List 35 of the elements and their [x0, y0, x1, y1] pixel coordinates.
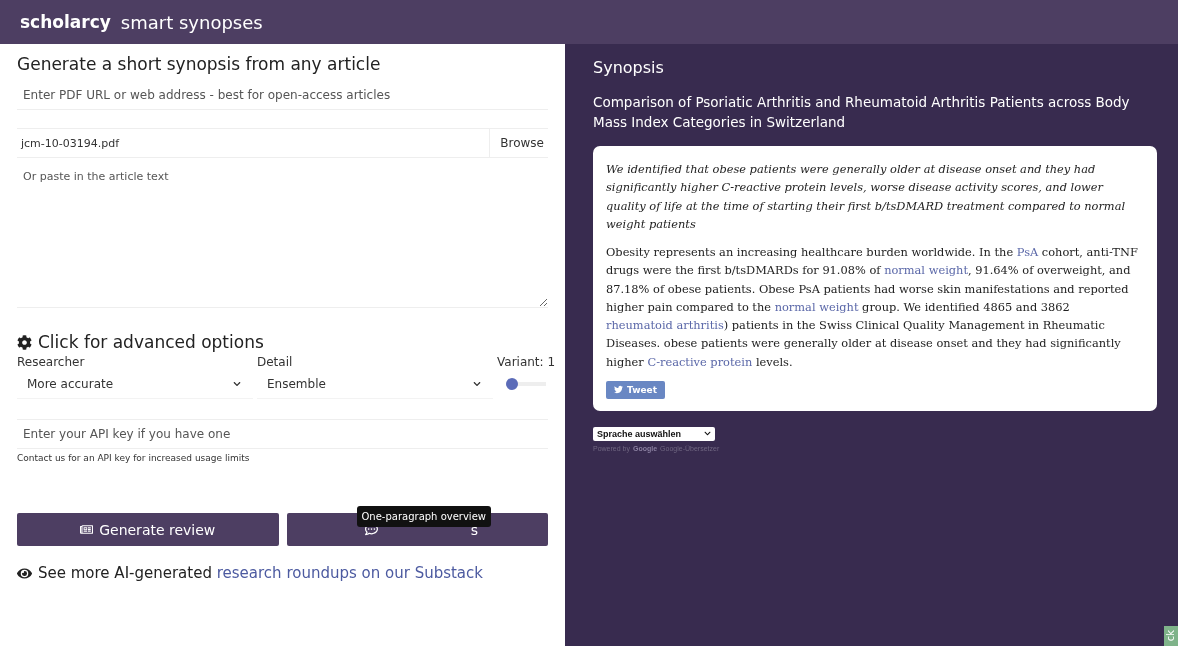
detail-label: Detail [257, 355, 294, 369]
substack-promo: See more AI-generated research roundups on our Substack [38, 564, 483, 582]
researcher-select[interactable]: More accurate [17, 369, 253, 399]
overview-tooltip: One-paragraph overview [356, 506, 491, 527]
language-select[interactable]: Sprache auswählen [593, 426, 715, 441]
chevron-icon [704, 430, 711, 438]
variant-label: Variant: 1 [497, 355, 556, 369]
synopsis-body: Obesity represents an increasing healthcare burden worldwide. In the PsA cohort, anti-TNF drugs were the first b/tsDMARDs for 91.08% of normal weight, 91.64% of overweight, and 87.18% of obese patients. Obese PsA patients had worse skin manifestations and reported higher pain compared to the normal weight group. We identified 4865 and 3862 rheumatoid arthritis) patients in the Swiss Clinical Quality Management in Rheumatic Diseases. obese patients were generally older at disease onset and they had significantly higher C-reactive protein levels. [606, 244, 1139, 371]
detail-select[interactable]: Ensemble [257, 369, 493, 399]
researcher-label: Researcher [17, 355, 86, 369]
article-title: Comparison of Psoriatic Arthritis and Rheumatoid Arthritis Patients across Body Mass Index Categories in Switzerland [593, 93, 1131, 132]
slider-thumb[interactable] [506, 378, 519, 390]
highlight-text: We identified that obese patients were generally older at disease onset and they had significantly higher C-reactive protein levels, worse disease activity scores, and lower quality of life at the time of starting their first b/tsDMARD treatment compared to normal weight patients [606, 161, 1127, 233]
term-link[interactable]: C-reactive protein [647, 354, 753, 369]
app-title: smart synopses [120, 11, 263, 33]
term-link[interactable]: normal weight [884, 263, 968, 278]
synopsis-heading: Synopsis [593, 58, 665, 77]
chevron-icon [473, 379, 481, 388]
term-link[interactable]: PsA [1016, 245, 1039, 260]
newspaper-icon [80, 523, 94, 536]
tweet-button[interactable]: Tweet [606, 380, 665, 399]
file-name: jcm-10-03194.pdf [20, 136, 121, 150]
settings-icon[interactable] [17, 334, 32, 350]
term-link[interactable]: normal weight [774, 299, 859, 314]
file-field[interactable]: jcm-10-03194.pdf Browse [17, 128, 548, 158]
substack-link[interactable]: research roundups on our Substack [216, 564, 483, 582]
form-heading: Generate a short synopsis from any article [17, 54, 382, 74]
generate-review-button[interactable]: Generate review [17, 513, 279, 546]
brand-logo[interactable]: scholarcy [20, 12, 111, 32]
advanced-options-toggle[interactable]: Click for advanced options [38, 332, 264, 352]
api-key-field[interactable]: Enter your API key if you have one [17, 419, 548, 449]
bird-icon [614, 385, 623, 395]
chevron-icon [233, 379, 241, 388]
term-link[interactable]: rheumatoid arthritis [606, 318, 724, 333]
api-hint: Contact us for an API key for increased usage limits [17, 453, 251, 463]
